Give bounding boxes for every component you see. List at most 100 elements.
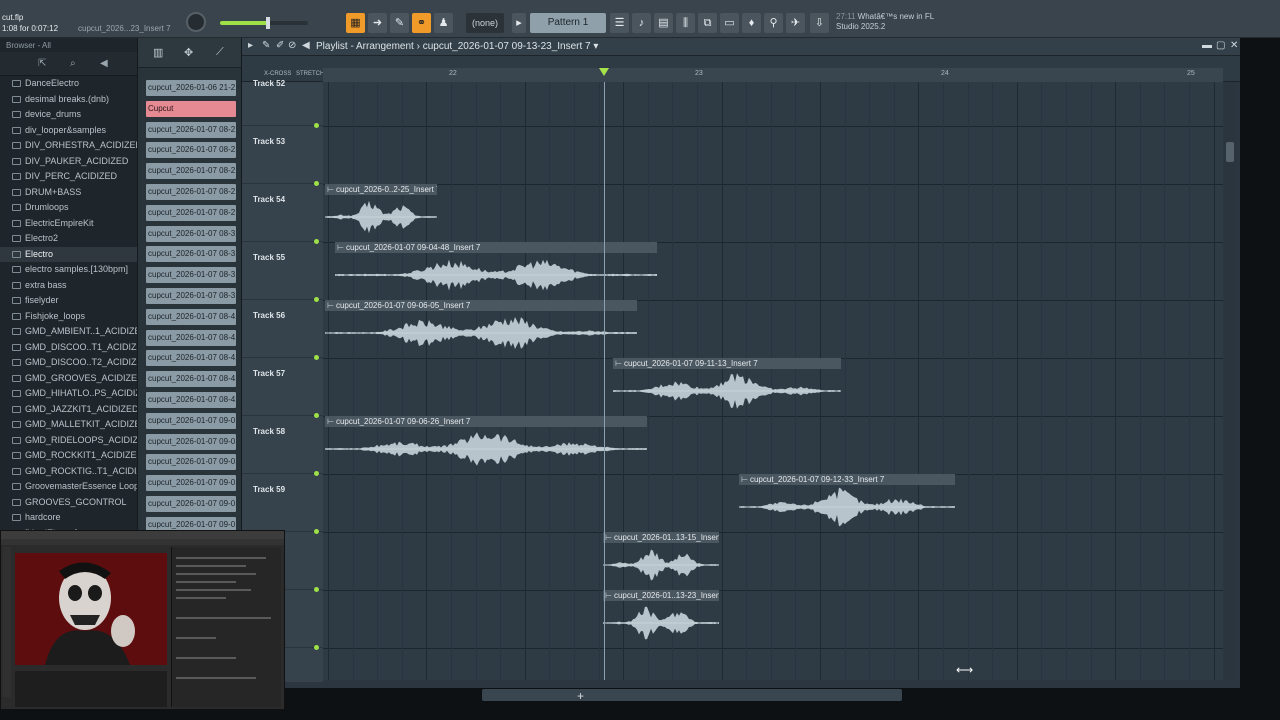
browser-folder-item[interactable]: GMD_GROOVES_ACIDIZED bbox=[0, 371, 137, 387]
arrangement-grid[interactable]: ⊢ cupcut_2026-0..2-25_Insert 7 ⊢ cupcut_202… bbox=[323, 82, 1223, 680]
link-icon[interactable]: ⚭ bbox=[412, 13, 431, 33]
collapse-icon[interactable]: ⇱ bbox=[38, 58, 46, 69]
audio-clip-title[interactable]: ⊢ cupcut_2026-01-07 09-06-05_Insert 7 bbox=[325, 300, 637, 311]
picker-clip[interactable]: cupcut_2026-01-07 09-0.. bbox=[146, 475, 236, 492]
browser-folder-item[interactable]: GMD_HIHATLO..PS_ACIDIZED bbox=[0, 386, 137, 402]
browser-folder-item[interactable]: div_looper&samples bbox=[0, 123, 137, 139]
browser-folder-item[interactable]: Fishjoke_loops bbox=[0, 309, 137, 325]
audio-clip-title[interactable]: ⊢ cupcut_2026-01-07 09-11-13_Insert 7 bbox=[613, 358, 841, 369]
timeline-ruler[interactable]: 22 23 24 25 bbox=[323, 68, 1223, 82]
plugin-icon[interactable]: ♦ bbox=[742, 13, 761, 33]
picker-clip[interactable]: cupcut_2026-01-07 08-3.. bbox=[146, 267, 236, 284]
audio-clip[interactable]: ⊢ cupcut_2026-01-07 09-06-26_Insert 7 bbox=[325, 416, 647, 472]
track-header[interactable]: Track 53 bbox=[242, 126, 323, 186]
audio-clip[interactable]: ⊢ cupcut_2026-01-07 09-12-33_Insert 7 bbox=[739, 474, 955, 530]
audio-clip-title[interactable]: ⊢ cupcut_2026-01..13-15_Insert 7 bbox=[603, 532, 719, 543]
browser-folder-item[interactable]: GMD_AMBIENT..1_ACIDIZED bbox=[0, 324, 137, 340]
clip-menu-icon[interactable]: ⊢ bbox=[327, 417, 334, 426]
master-pitch-knob[interactable] bbox=[186, 12, 206, 32]
picker-clip[interactable]: cupcut_2026-01-07 09-0.. bbox=[146, 433, 236, 450]
add-track-icon[interactable]: + bbox=[577, 689, 584, 703]
picker-clip[interactable]: cupcut_2026-01-07 08-4.. bbox=[146, 329, 236, 346]
pattern-selector[interactable]: (none) bbox=[466, 13, 505, 33]
browser-folder-item[interactable]: GMD_RIDELOOPS_ACIDIZED bbox=[0, 433, 137, 449]
picker-clip[interactable]: cupcut_2026-01-07 08-2.. bbox=[146, 142, 236, 159]
picker-clip[interactable]: cupcut_2026-01-07 08-3.. bbox=[146, 246, 236, 263]
file-icon[interactable]: ▭ bbox=[720, 13, 739, 33]
play-arrow-icon[interactable]: ▸ bbox=[512, 13, 526, 33]
grid-icon[interactable]: ▥ bbox=[153, 46, 163, 59]
clip-menu-icon[interactable]: ⊢ bbox=[741, 475, 748, 484]
browser-folder-item[interactable]: GMD_ROCKKIT1_ACIDIZED bbox=[0, 448, 137, 464]
send-icon[interactable]: ✈ bbox=[786, 13, 805, 33]
browser-folder-item[interactable]: ElectricEmpireKit bbox=[0, 216, 137, 232]
picker-clip[interactable]: Cupcut bbox=[146, 100, 236, 117]
picker-clip[interactable]: cupcut_2026-01-07 08-4.. bbox=[146, 350, 236, 367]
picker-clip[interactable]: cupcut_2026-01-07 08-2.. bbox=[146, 121, 236, 138]
picker-clip[interactable]: cupcut_2026-01-07 08-4.. bbox=[146, 308, 236, 325]
browser-folder-item[interactable]: GMD_DISCOO..T2_ACIDIZED bbox=[0, 355, 137, 371]
step-edit-icon[interactable]: ▦ bbox=[346, 13, 365, 33]
track-header[interactable]: Track 57 bbox=[242, 358, 323, 418]
picker-clip[interactable]: cupcut_2026-01-06 21-2.. bbox=[146, 80, 236, 96]
vertical-scrollbar[interactable] bbox=[1224, 82, 1236, 680]
browser-folder-item[interactable]: extra bass bbox=[0, 278, 137, 294]
picker-clip[interactable]: cupcut_2026-01-07 08-2.. bbox=[146, 163, 236, 180]
audio-clip-title[interactable]: ⊢ cupcut_2026-01..13-23_Insert 7 bbox=[603, 590, 719, 601]
clip-menu-icon[interactable]: ⊢ bbox=[327, 185, 334, 194]
piano-roll-icon[interactable]: ♪ bbox=[632, 13, 651, 33]
maximize-icon[interactable]: ▢ bbox=[1216, 40, 1225, 51]
picker-clip[interactable]: cupcut_2026-01-07 09-0.. bbox=[146, 454, 236, 471]
minimize-icon[interactable]: ▬ bbox=[1202, 40, 1212, 51]
browser-folder-item[interactable]: Electro bbox=[0, 246, 137, 262]
track-led-icon[interactable] bbox=[314, 645, 319, 650]
browser-folder-item[interactable]: GMD_JAZZKIT1_ACIDIZED bbox=[0, 402, 137, 418]
browser-folder-item[interactable]: GMD_MALLETKIT_ACIDIZED bbox=[0, 417, 137, 433]
audio-clip[interactable]: ⊢ cupcut_2026-01..13-23_Insert 7 bbox=[603, 590, 719, 646]
track-header[interactable]: Track 54 bbox=[242, 184, 323, 244]
clip-menu-icon[interactable]: ⊢ bbox=[327, 301, 334, 310]
download-icon[interactable]: ⇩ bbox=[810, 13, 829, 33]
track-header[interactable]: Track 56 bbox=[242, 300, 323, 360]
play-icon[interactable]: ▸ bbox=[248, 40, 253, 51]
browser-folder-item[interactable]: GroovemasterEssence Loops bbox=[0, 479, 137, 495]
picker-clip[interactable]: cupcut_2026-01-07 08-4.. bbox=[146, 371, 236, 388]
channel-rack-icon[interactable]: ▤ bbox=[654, 13, 673, 33]
browser-folder-item[interactable]: DIV_PERC_ACIDIZED bbox=[0, 169, 137, 185]
picker-clip[interactable]: cupcut_2026-01-07 09-0.. bbox=[146, 412, 236, 429]
browser-folder-item[interactable]: fiselyder bbox=[0, 293, 137, 309]
clip-menu-icon[interactable]: ⊢ bbox=[605, 591, 612, 600]
search-icon[interactable]: ⌕ bbox=[70, 58, 76, 69]
slice-icon[interactable]: ⟋ bbox=[216, 46, 224, 59]
brush-icon[interactable]: ✎ bbox=[390, 13, 409, 33]
master-volume-handle[interactable] bbox=[266, 17, 271, 29]
browser-folder-item[interactable]: Drumloops bbox=[0, 200, 137, 216]
audio-clip[interactable]: ⊢ cupcut_2026-01-07 09-11-13_Insert 7 bbox=[613, 358, 841, 414]
screen-overlay-thumbnail[interactable] bbox=[0, 530, 285, 710]
clip-menu-icon[interactable]: ⊢ bbox=[337, 243, 344, 252]
audio-clip-title[interactable]: ⊢ cupcut_2026-01-07 09-12-33_Insert 7 bbox=[739, 474, 955, 485]
browser-folder-item[interactable]: Electro2 bbox=[0, 231, 137, 247]
browser-folder-item[interactable]: electro samples.[130bpm] bbox=[0, 262, 137, 278]
browser-folder-item[interactable]: device_drums bbox=[0, 107, 137, 123]
audio-clip-title[interactable]: ⊢ cupcut_2026-01-07 09-06-26_Insert 7 bbox=[325, 416, 647, 427]
browser-folder-item[interactable]: DIV_ORHESTRA_ACIDIZED bbox=[0, 138, 137, 154]
clip-menu-icon[interactable]: ⊢ bbox=[605, 533, 612, 542]
browser-folder-item[interactable]: DanceElectro bbox=[0, 76, 137, 92]
horizontal-scrollbar[interactable] bbox=[482, 689, 902, 701]
track-header[interactable]: Track 52 bbox=[242, 68, 323, 128]
browser-folder-item[interactable]: GROOVES_GCONTROL bbox=[0, 495, 137, 511]
browser-folder-item[interactable]: GMD_ROCKTIG..T1_ACIDIZED bbox=[0, 464, 137, 480]
mute-icon[interactable]: ◀ bbox=[302, 40, 310, 51]
track-header[interactable]: Track 59 bbox=[242, 474, 323, 534]
audio-clip[interactable]: ⊢ cupcut_2026-01..13-15_Insert 7 bbox=[603, 532, 719, 588]
delete-icon[interactable]: ⊘ bbox=[288, 40, 296, 51]
browser-header[interactable]: Browser - All bbox=[0, 38, 137, 52]
browser-folder-item[interactable]: GMD_DISCOO..T1_ACIDIZED bbox=[0, 340, 137, 356]
picker-clip[interactable]: cupcut_2026-01-07 09-0.. bbox=[146, 496, 236, 512]
pattern-display[interactable]: Pattern 1 bbox=[530, 13, 606, 33]
back-icon[interactable]: ◀ bbox=[100, 58, 108, 69]
browser-folder-item[interactable]: hardcore bbox=[0, 510, 137, 526]
picker-clip[interactable]: cupcut_2026-01-07 08-2.. bbox=[146, 184, 236, 200]
news-panel[interactable]: 27:11 Whatâ€™s new in FL Studio 2025.2 bbox=[836, 12, 934, 32]
